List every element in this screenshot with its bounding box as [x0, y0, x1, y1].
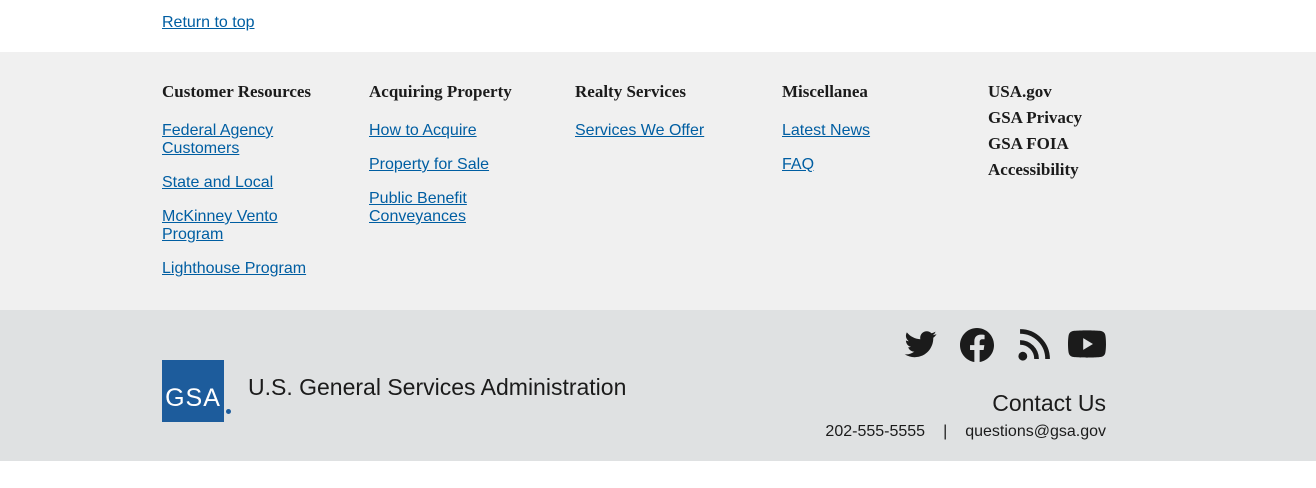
gsa-link-privacy[interactable]: GSA Privacy: [988, 105, 1163, 131]
page-bottom-spacer: [0, 461, 1316, 488]
youtube-icon[interactable]: [1068, 328, 1106, 360]
twitter-icon[interactable]: [903, 328, 939, 360]
return-to-top-link[interactable]: Return to top: [162, 14, 255, 32]
footer-link-latest-news[interactable]: Latest News: [782, 122, 870, 139]
agency-name: U.S. General Services Administration: [248, 374, 627, 400]
footer-link-property-for-sale[interactable]: Property for Sale: [369, 156, 489, 173]
footer-link-state-and-local[interactable]: State and Local: [162, 174, 273, 191]
footer-link-public-benefit-conveyances[interactable]: Public Benefit Conveyances: [369, 190, 467, 225]
footer-secondary-section: GSA U.S. General Services Administration…: [0, 310, 1316, 461]
footer-link-federal-agency-customers[interactable]: Federal Agency Customers: [162, 122, 273, 157]
footer-link-how-to-acquire[interactable]: How to Acquire: [369, 122, 477, 139]
footer-link-services-we-offer[interactable]: Services We Offer: [575, 122, 704, 139]
gsa-link-accessibility[interactable]: Accessibility: [988, 157, 1163, 183]
column-heading: Miscellanea: [782, 82, 868, 101]
footer-link-faq[interactable]: FAQ: [782, 156, 814, 173]
footer-column-customer-resources: Customer Resources Federal Agency Custom…: [162, 82, 337, 294]
footer-column-acquiring-property: Acquiring Property How to Acquire Proper…: [369, 82, 544, 242]
footer-column-realty-services: Realty Services Services We Offer: [575, 82, 750, 156]
footer-column-miscellanea: Miscellanea Latest News FAQ: [782, 82, 957, 190]
contact-phone[interactable]: 202-555-5555: [825, 423, 925, 441]
rss-icon[interactable]: [1018, 328, 1051, 361]
contact-email[interactable]: questions@gsa.gov: [965, 423, 1106, 441]
logo-registered-mark: [226, 409, 231, 414]
gsa-logo[interactable]: GSA: [162, 360, 231, 422]
contact-us-heading: Contact Us: [992, 390, 1106, 416]
column-heading: Realty Services: [575, 82, 686, 101]
gsa-logo-text: GSA: [165, 384, 221, 412]
gsa-link-foia[interactable]: GSA FOIA: [988, 131, 1163, 157]
footer-link-lighthouse-program[interactable]: Lighthouse Program: [162, 260, 306, 277]
contact-info: 202-555-5555 | questions@gsa.gov: [825, 423, 1106, 441]
column-heading: Customer Resources: [162, 82, 312, 101]
footer-column-gsa-links: USA.gov GSA Privacy GSA FOIA Accessibili…: [988, 79, 1163, 183]
facebook-icon[interactable]: [960, 328, 994, 362]
footer-link-mckinney-vento-program[interactable]: McKinney Vento Program: [162, 208, 278, 243]
return-to-top-bar: Return to top: [0, 0, 1316, 52]
contact-separator: |: [943, 423, 948, 440]
footer-primary-section: Customer Resources Federal Agency Custom…: [0, 52, 1316, 310]
column-heading: Acquiring Property: [369, 82, 512, 101]
gsa-link-usa-gov[interactable]: USA.gov: [988, 79, 1163, 105]
